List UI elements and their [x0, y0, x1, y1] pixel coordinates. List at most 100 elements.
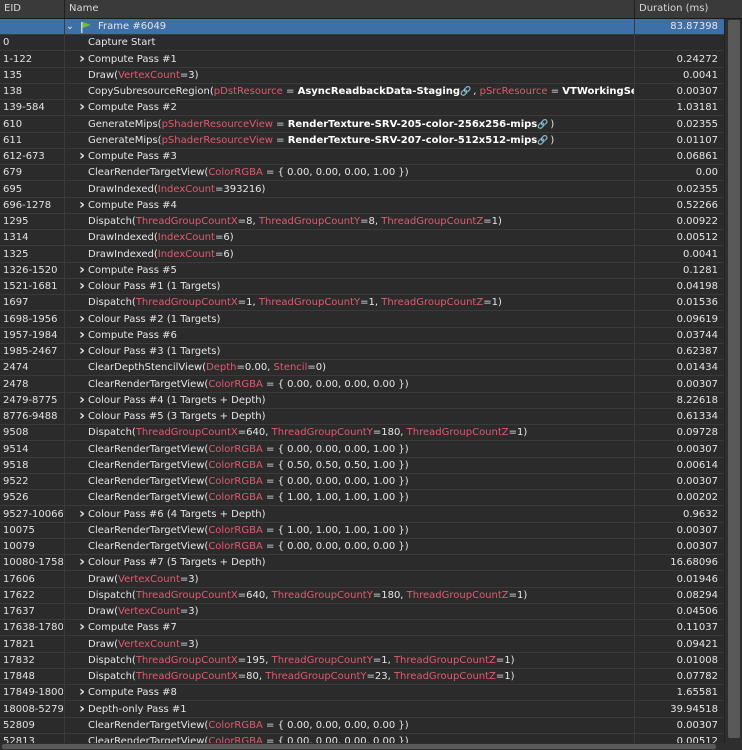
event-row[interactable]: 9508 Dispatch(ThreadGroupCountX=640, Thre… [0, 425, 742, 442]
event-row[interactable]: 10079 ClearRenderTargetView(ColorRGBA = {… [0, 539, 742, 555]
chevron-right-icon[interactable]: › [76, 506, 88, 522]
event-text: =23, [366, 671, 394, 682]
event-row[interactable]: 610 GenerateMips(pShaderResourceView = Re… [0, 117, 742, 133]
chevron-right-icon[interactable]: › [76, 327, 88, 343]
event-row[interactable]: 10080-17585 ›Colour Pass #7 (5 Targets + … [0, 555, 742, 572]
chevron-right-icon[interactable]: › [76, 344, 88, 359]
event-row[interactable]: 1325 DrawIndexed(IndexCount=6) 0.0041 [0, 247, 742, 263]
event-row[interactable]: 1698-1956 › Colour Pass #2 (1 Targets) 0.09… [0, 311, 742, 328]
event-row[interactable]: 17606 Draw(VertexCount=3) 0.01946 [0, 572, 742, 588]
chevron-right-icon[interactable]: › [76, 197, 88, 213]
event-id: 9522 [3, 476, 29, 487]
event-row[interactable]: 52813 ClearRenderTargetView(ColorRGBA = {… [0, 734, 742, 743]
event-row[interactable]: 2479-8775 › Colour Pass #4 (1 Targets + De… [0, 392, 742, 409]
horizontal-scrollbar[interactable] [0, 743, 742, 750]
chevron-right-icon[interactable]: › [76, 149, 88, 164]
event-row[interactable]: 9514 ClearRenderTargetView(ColorRGBA = { … [0, 442, 742, 458]
vertical-scrollbar[interactable] [724, 19, 742, 743]
event-name: Dispatch(ThreadGroupCountX=195, ThreadGr… [88, 653, 634, 668]
column-header-eid[interactable]: EID [0, 0, 65, 18]
event-row[interactable]: 1-122 › Compute Pass #1 0.24272 [0, 51, 742, 68]
event-row[interactable]: 695 DrawIndexed(IndexCount=393216) 0.02355 [0, 182, 742, 198]
event-text: =640, [237, 427, 272, 439]
frame-row[interactable]: ⌄ Frame #6049 83.87398 [0, 19, 742, 35]
event-text: =1) [483, 297, 502, 309]
event-row[interactable]: 1697 Dispatch(ThreadGroupCountX=1, Thread… [0, 295, 742, 312]
event-row[interactable]: 1957-1984 › Compute Pass #6 0.03744 [0, 327, 742, 344]
event-id: 1314 [3, 232, 29, 244]
event-text: Colour Pass #7 (5 Targets + Depth) [88, 557, 266, 569]
event-duration: 0.09728 [676, 427, 718, 439]
event-text: =6) [214, 232, 234, 244]
event-text: =3) [179, 69, 199, 81]
chevron-right-icon[interactable]: › [76, 555, 88, 570]
chevron-right-icon[interactable]: › [76, 311, 88, 327]
chevron-right-icon[interactable]: › [76, 262, 88, 278]
parameter-name: ThreadGroupCountY [271, 654, 373, 666]
link-icon[interactable]: 🔗 [460, 85, 471, 99]
event-row[interactable]: 611 GenerateMips(pShaderResourceView = Re… [0, 133, 742, 149]
event-row[interactable]: 17638-17804 ›Compute Pass #7 0.11037 [0, 620, 742, 637]
event-duration: 0.01008 [676, 654, 718, 666]
event-text: ClearRenderTargetView( [88, 459, 209, 471]
parameter-name: ThreadGroupCountX [135, 216, 238, 227]
event-row[interactable]: 0 Capture Start [0, 35, 742, 52]
event-row[interactable]: 612-673 › Compute Pass #3 0.06861 [0, 149, 742, 165]
parameter-name: ColorRGBA [208, 476, 263, 487]
chevron-right-icon[interactable]: › [76, 51, 88, 67]
chevron-right-icon[interactable]: › [76, 279, 88, 294]
event-text: Compute Pass #3 [88, 151, 177, 162]
parameter-name: VertexCount [118, 69, 180, 81]
event-row[interactable]: 17821 Draw(VertexCount=3) 0.09421 [0, 637, 742, 653]
event-row[interactable]: 1521-1681 › Colour Pass #1 (1 Targets) 0.04… [0, 279, 742, 295]
event-row[interactable]: 17849-18007 ›Compute Pass #8 1.65581 [0, 685, 742, 702]
event-duration: 0.04198 [676, 281, 718, 292]
chevron-right-icon[interactable]: › [76, 392, 88, 408]
event-row[interactable]: 9526 ClearRenderTargetView(ColorRGBA = { … [0, 490, 742, 507]
event-row[interactable]: 10075 ClearRenderTargetView(ColorRGBA = {… [0, 523, 742, 539]
event-row[interactable]: 1326-1520 › Compute Pass #5 0.1281 [0, 262, 742, 279]
event-row[interactable]: 135 Draw(VertexCount=3) 0.0041 [0, 68, 742, 84]
chevron-down-icon[interactable]: ⌄ [64, 19, 76, 34]
event-row[interactable]: 17848 Dispatch(ThreadGroupCountX=80, Thre… [0, 669, 742, 685]
event-row[interactable]: 9522 ClearRenderTargetView(ColorRGBA = { … [0, 474, 742, 490]
event-name: ClearRenderTargetView(ColorRGBA = { 0.50… [88, 458, 634, 473]
parameter-name: ThreadGroupCountY [271, 427, 373, 439]
event-row[interactable]: 17622 Dispatch(ThreadGroupCountX=640, Thr… [0, 588, 742, 604]
column-header-duration[interactable]: Duration (ms) [635, 0, 742, 18]
event-row[interactable]: 139-584 › Compute Pass #2 1.03181 [0, 100, 742, 117]
event-row[interactable]: 9527-10066 › Colour Pass #6 (4 Targets + D… [0, 506, 742, 523]
chevron-right-icon[interactable]: › [76, 409, 88, 424]
event-row[interactable]: 1985-2467 › Colour Pass #3 (1 Targets) 0.62… [0, 344, 742, 360]
link-icon[interactable]: 🔗 [537, 134, 548, 148]
horizontal-scrollbar-thumb[interactable] [2, 744, 716, 749]
event-id: 1325 [3, 248, 29, 260]
event-row[interactable]: 18008-52798 ›Depth-only Pass #1 39.94518 [0, 701, 742, 718]
chevron-right-icon[interactable]: › [76, 100, 88, 115]
event-text: Colour Pass #1 (1 Targets) [88, 281, 221, 292]
event-id: 1521-1681 [3, 281, 58, 292]
event-row[interactable]: 52809 ClearRenderTargetView(ColorRGBA = {… [0, 718, 742, 734]
event-row[interactable]: 17832 Dispatch(ThreadGroupCountX=195, Thr… [0, 653, 742, 669]
event-row[interactable]: 9518 ClearRenderTargetView(ColorRGBA = { … [0, 458, 742, 474]
event-row[interactable]: 1295 Dispatch(ThreadGroupCountX=8, Thread… [0, 214, 742, 230]
link-icon[interactable]: 🔗 [537, 118, 548, 132]
event-row[interactable]: 8776-9488 › Colour Pass #5 (3 Targets + De… [0, 409, 742, 425]
event-row[interactable]: 696-1278 › Compute Pass #4 0.52266 [0, 197, 742, 214]
column-header-name[interactable]: Name [65, 0, 635, 18]
event-row[interactable]: 17637 Draw(VertexCount=3) 0.04506 [0, 604, 742, 620]
event-row[interactable]: 138 CopySubresourceRegion(pDstResource = … [0, 84, 742, 100]
event-text: Draw( [88, 606, 119, 617]
event-row[interactable]: 1314 DrawIndexed(IndexCount=6) 0.00512 [0, 230, 742, 247]
event-duration: 0.61334 [676, 411, 718, 422]
chevron-right-icon[interactable]: › [76, 620, 88, 635]
chevron-right-icon[interactable]: › [76, 685, 88, 700]
resource-name: RenderTexture-SRV-207-color-512x512-mips [287, 134, 538, 146]
event-text: =180, [372, 589, 407, 601]
event-text: =1, [237, 297, 259, 309]
vertical-scrollbar-thumb[interactable] [728, 20, 740, 738]
event-row[interactable]: 2478 ClearRenderTargetView(ColorRGBA = { … [0, 377, 742, 393]
event-row[interactable]: 2474 ClearDepthStencilView(Depth=0.00, St… [0, 360, 742, 377]
event-row[interactable]: 679 ClearRenderTargetView(ColorRGBA = { 0… [0, 165, 742, 182]
chevron-right-icon[interactable]: › [76, 701, 88, 717]
